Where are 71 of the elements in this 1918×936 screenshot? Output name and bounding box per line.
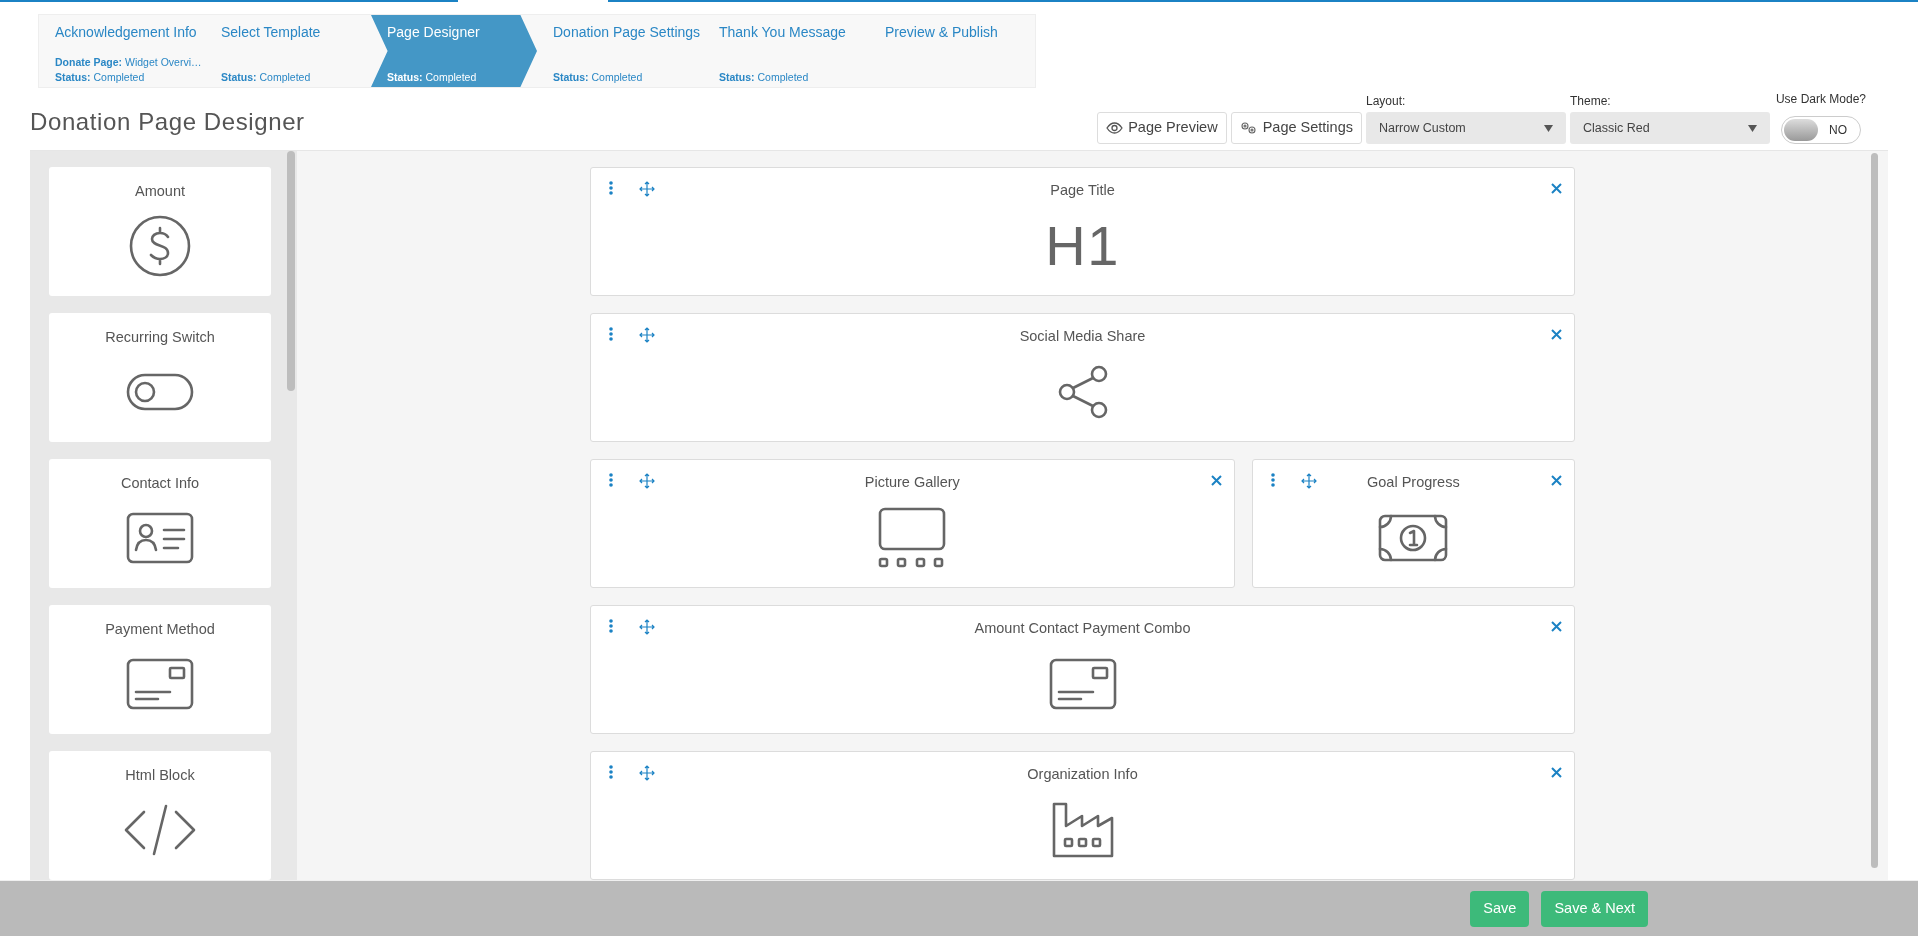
more-options-icon[interactable]	[609, 619, 613, 633]
credit-card-icon	[1048, 658, 1117, 711]
palette-item-title: Recurring Switch	[105, 328, 215, 347]
move-icon[interactable]	[639, 765, 655, 781]
palette-item[interactable]: Contact Info	[49, 459, 271, 588]
page-settings-button[interactable]: Page Settings	[1230, 112, 1362, 144]
dollar-circle-icon	[128, 214, 192, 279]
widget-card[interactable]: Amount Contact Payment Combo	[590, 605, 1575, 734]
widget-title: Organization Info	[1027, 765, 1138, 784]
widget-title: Amount Contact Payment Combo	[974, 619, 1191, 638]
palette-item[interactable]: Html Block	[49, 751, 271, 880]
credit-card-icon	[126, 658, 194, 711]
close-icon[interactable]	[1551, 329, 1562, 340]
page-preview-button[interactable]: Page Preview	[1097, 112, 1227, 144]
dropdown-caret-icon	[1543, 124, 1553, 132]
more-options-icon[interactable]	[609, 181, 613, 195]
step-status: Status: Completed	[553, 70, 643, 85]
toggle-switch-icon	[126, 373, 194, 412]
move-icon[interactable]	[639, 619, 655, 635]
field-label: Theme:	[1569, 93, 1612, 110]
scrollbar[interactable]	[287, 151, 295, 391]
step-detail: Donate Page: Widget Overvi…	[55, 55, 202, 70]
dropdown[interactable]: Classic Red	[1569, 112, 1770, 144]
move-icon[interactable]	[639, 181, 655, 197]
close-icon[interactable]	[1551, 475, 1562, 486]
palette-item[interactable]: Recurring Switch	[49, 313, 271, 442]
widget-title: Page Title	[1050, 181, 1115, 200]
palette-item[interactable]: Amount	[49, 167, 271, 296]
code-brackets-icon	[122, 804, 198, 857]
step-status: Status: Completed	[55, 70, 145, 85]
move-icon[interactable]	[639, 327, 655, 343]
widget-card[interactable]: Organization Info	[590, 751, 1575, 880]
step-status: Status: Completed	[719, 70, 809, 85]
palette-item-title: Amount	[135, 182, 185, 201]
move-icon[interactable]	[1300, 473, 1317, 489]
page-title: Donation Page Designer	[30, 107, 305, 137]
close-icon[interactable]	[1551, 183, 1562, 194]
field-label: Layout:	[1365, 93, 1407, 110]
palette-item-title: Html Block	[125, 766, 195, 785]
more-options-icon[interactable]	[609, 473, 613, 487]
scrollbar[interactable]	[1871, 153, 1878, 868]
gears-icon	[1239, 121, 1258, 135]
dropdown[interactable]: Narrow Custom	[1365, 112, 1566, 144]
dropdown-caret-icon	[1747, 124, 1757, 132]
widget-card[interactable]: Picture Gallery	[590, 459, 1235, 588]
palette-item[interactable]: Payment Method	[49, 605, 271, 734]
close-icon[interactable]	[1551, 621, 1562, 632]
widget-title: Social Media Share	[1019, 327, 1146, 346]
field-label: Use Dark Mode?	[1775, 91, 1866, 108]
toggle-state-text: NO	[1827, 122, 1848, 139]
close-icon[interactable]	[1210, 475, 1222, 486]
step-status: Status: Completed	[221, 70, 311, 85]
more-options-icon[interactable]	[609, 327, 613, 341]
widget-card[interactable]: Social Media Share	[590, 313, 1575, 442]
factory-icon	[1050, 801, 1115, 860]
widget-card[interactable]: Page Title H1	[590, 167, 1575, 296]
close-icon[interactable]	[1551, 767, 1562, 778]
banknote-icon	[1378, 514, 1449, 563]
widget-title: Goal Progress	[1367, 473, 1460, 492]
move-icon[interactable]	[639, 473, 655, 489]
widget-title: Picture Gallery	[864, 473, 960, 492]
dark-mode-toggle[interactable]: NO	[1780, 116, 1861, 144]
widget-card[interactable]: Goal Progress	[1251, 459, 1575, 588]
heading-preview-text: H1	[1045, 218, 1120, 275]
more-options-icon[interactable]	[1270, 473, 1275, 487]
step-status: Status: Completed	[387, 70, 477, 85]
contact-card-icon	[126, 512, 194, 565]
eye-icon	[1106, 122, 1124, 134]
palette-item-title: Contact Info	[120, 474, 200, 493]
palette-item-title: Payment Method	[105, 620, 215, 639]
more-options-icon[interactable]	[609, 765, 613, 779]
